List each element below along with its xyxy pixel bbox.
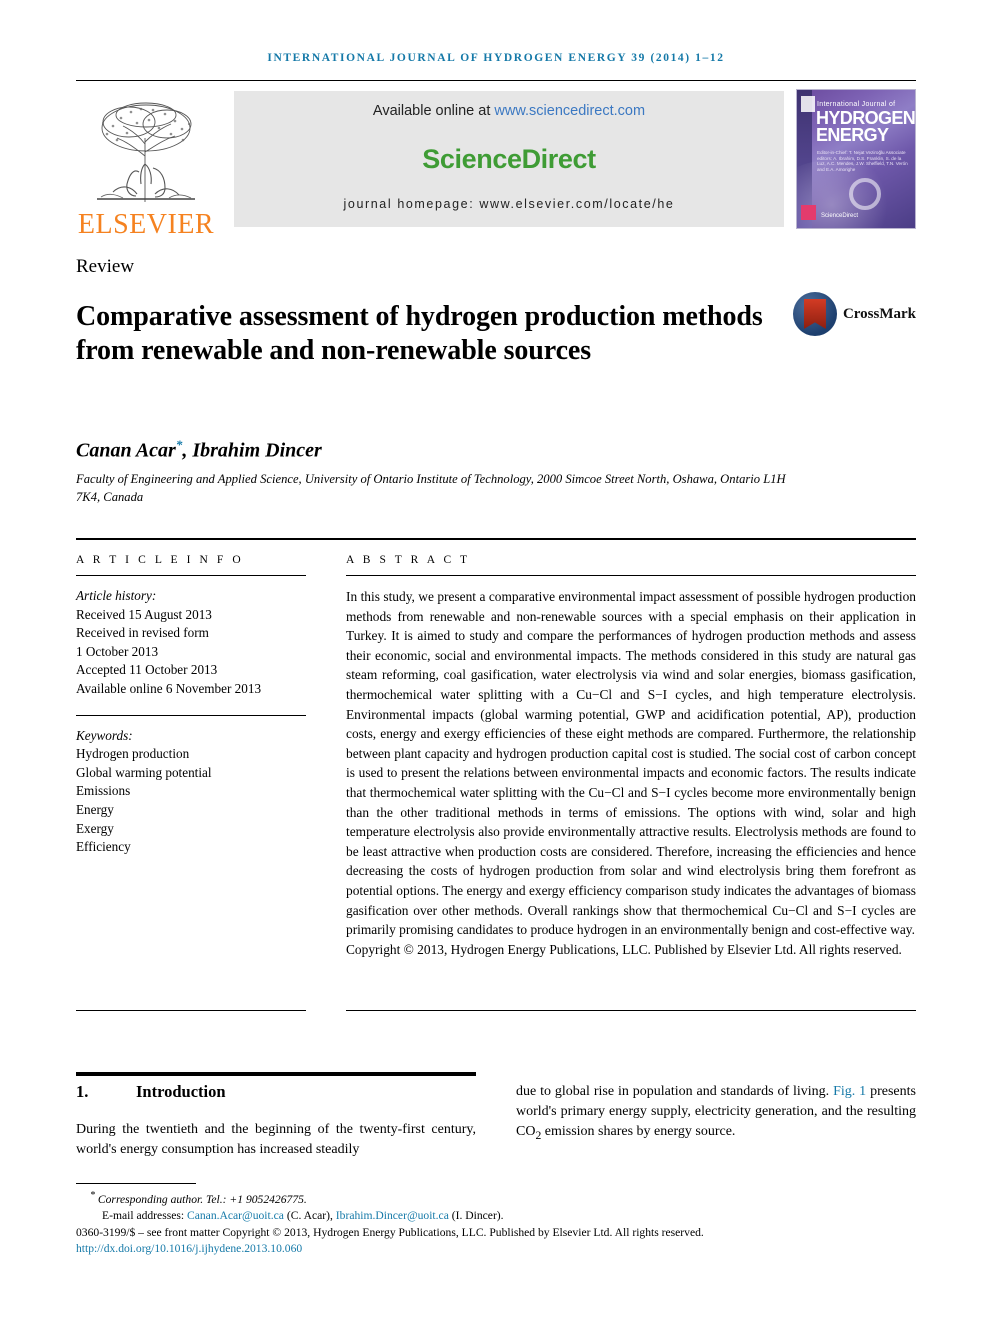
keyword-item: Emissions — [76, 783, 131, 799]
article-history-label: Article history: — [76, 588, 157, 603]
divider-above-info — [76, 538, 916, 540]
keyword-item: Efficiency — [76, 839, 131, 855]
email-2-name: (I. Dincer). — [448, 1209, 504, 1223]
keyword-item: Energy — [76, 801, 114, 817]
author-1: Canan Acar — [76, 439, 176, 462]
cover-ijhe-mark-icon — [801, 205, 816, 220]
title-block: Review Comparative assessment of hydroge… — [76, 256, 916, 368]
available-online-line: Available online at www.sciencedirect.co… — [373, 103, 645, 119]
history-item: Available online 6 November 2013 — [76, 680, 262, 696]
corresponding-author-note: * Corresponding author. Tel.: +1 9052426… — [76, 1188, 916, 1208]
cover-line-1: International Journal of — [817, 101, 896, 108]
sciencedirect-url-link[interactable]: www.sciencedirect.com — [494, 103, 645, 119]
doi-link[interactable]: http://dx.doi.org/10.1016/j.ijhydene.201… — [76, 1242, 302, 1255]
cover-sciencedirect-mark: ScienceDirect — [821, 213, 859, 219]
crossmark-label: CrossMark — [842, 305, 916, 322]
article-info-column: A R T I C L E I N F O Article history: R… — [76, 554, 306, 857]
corresponding-author-text: Corresponding author. Tel.: +1 905242677… — [97, 1192, 307, 1206]
cover-ring-graphic — [849, 178, 881, 210]
sciencedirect-panel: Available online at www.sciencedirect.co… — [234, 91, 784, 227]
abstract-copyright: Copyright © 2013, Hydrogen Energy Public… — [346, 941, 902, 957]
abstract-column: A B S T R A C T In this study, we presen… — [346, 554, 916, 959]
affiliation: Faculty of Engineering and Applied Scien… — [76, 472, 786, 504]
body-text-part-3: emission shares by energy source. — [541, 1124, 736, 1139]
author-2: , Ibrahim Dincer — [182, 439, 322, 462]
keywords-rule — [76, 714, 306, 716]
history-item: Accepted 11 October 2013 — [76, 662, 218, 678]
crossmark-icon — [792, 292, 837, 336]
keyword-item: Hydrogen production — [76, 746, 190, 762]
running-head: International Journal of Hydrogen Energy… — [267, 52, 725, 64]
elsevier-logo: ELSEVIER — [76, 81, 216, 239]
email-link-acar[interactable]: Canan.Acar@uoit.ca — [187, 1209, 284, 1222]
issn-copyright-line: 0360-3199/$ – see front matter Copyright… — [76, 1225, 704, 1239]
author-list: Canan Acar*, Ibrahim Dincer — [76, 437, 836, 463]
elsevier-wordmark: ELSEVIER — [77, 209, 215, 240]
available-online-text: Available online at — [372, 103, 495, 119]
section-rule — [76, 1072, 476, 1076]
keyword-item: Exergy — [76, 820, 114, 836]
article-info-heading: A R T I C L E I N F O — [76, 554, 244, 566]
section-number: 1. — [76, 1082, 89, 1101]
document-type-label: Review — [76, 256, 135, 277]
figure-1-link[interactable]: Fig. 1 — [833, 1084, 866, 1099]
footnote-star-marker: * — [90, 1190, 95, 1201]
article-info-rule — [76, 575, 306, 576]
page-title: Comparative assessment of hydrogen produ… — [76, 301, 763, 366]
doi-line: http://dx.doi.org/10.1016/j.ijhydene.201… — [76, 1241, 916, 1257]
footnote-block: * Corresponding author. Tel.: +1 9052426… — [76, 1188, 916, 1257]
history-item: Received in revised form — [76, 625, 209, 641]
section-title: Introduction — [136, 1082, 226, 1101]
divider-below-info — [76, 1010, 306, 1011]
journal-masthead: ELSEVIER Available online at www.science… — [76, 80, 916, 239]
body-column-right: due to global rise in population and sta… — [516, 1082, 916, 1146]
history-item: 1 October 2013 — [76, 643, 159, 659]
email-label: E-mail addresses: — [102, 1209, 187, 1223]
journal-cover-thumbnail: International Journal of HYDROGEN ENERGY… — [796, 89, 916, 229]
abstract-text: In this study, we present a comparative … — [346, 589, 916, 938]
keyword-item: Global warming potential — [76, 764, 212, 780]
cover-line-3: ENERGY — [816, 125, 889, 145]
divider-below-abstract — [346, 1010, 916, 1011]
cover-title: HYDROGEN ENERGY — [816, 109, 915, 145]
abstract-body: In this study, we present a comparative … — [346, 587, 916, 959]
cover-publisher-mark-icon — [801, 96, 815, 112]
footnote-rule — [76, 1183, 196, 1184]
elsevier-tree-icon — [83, 98, 209, 210]
cover-editors: Editor-in-Chief: T. Nejat Veziroğlu Asso… — [817, 150, 908, 172]
history-item: Received 15 August 2013 — [76, 606, 212, 622]
journal-homepage-text: journal homepage: www.elsevier.com/locat… — [343, 197, 675, 211]
article-page: International Journal of Hydrogen Energy… — [0, 0, 992, 1323]
body-column-left: During the twentieth and the beginning o… — [76, 1122, 476, 1157]
abstract-heading: A B S T R A C T — [346, 554, 471, 566]
email-addresses-line: E-mail addresses: Canan.Acar@uoit.ca (C.… — [76, 1208, 916, 1224]
sciencedirect-wordmark: ScienceDirect — [422, 143, 596, 174]
keywords-label: Keywords: — [76, 727, 133, 743]
section-heading: 1. Introduction — [76, 1082, 496, 1102]
body-text-part-1: due to global rise in population and sta… — [516, 1084, 834, 1099]
crossmark-badge[interactable]: CrossMark — [792, 292, 916, 336]
email-link-dincer[interactable]: Ibrahim.Dincer@uoit.ca — [336, 1209, 449, 1222]
email-1-name: (C. Acar), — [283, 1209, 336, 1223]
abstract-rule — [346, 575, 916, 576]
